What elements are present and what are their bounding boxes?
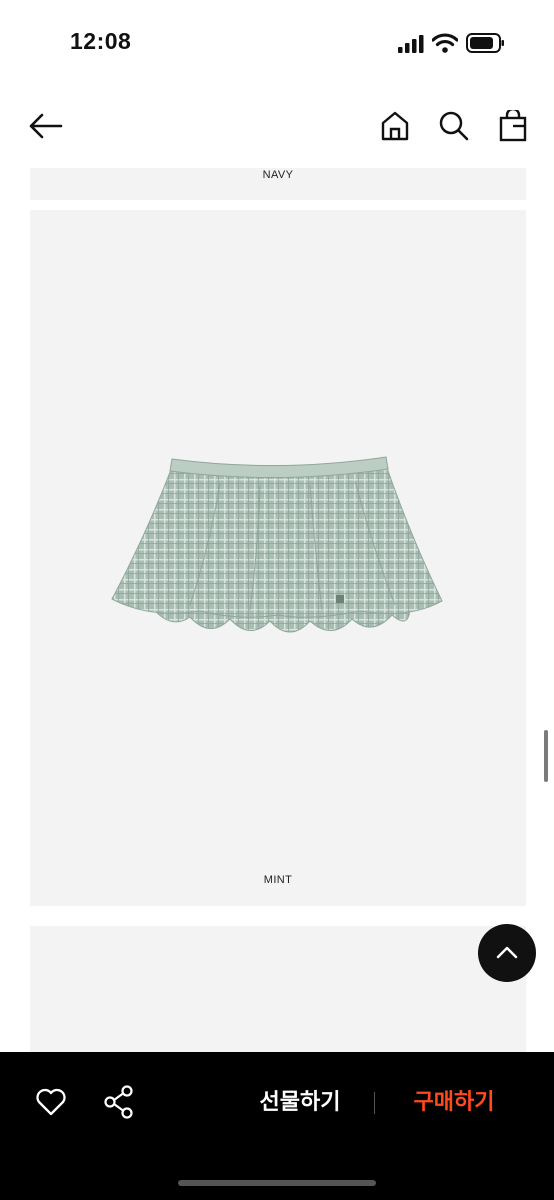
bottom-action-bar: 선물하기 구매하기 [0, 1052, 554, 1200]
home-icon[interactable] [380, 110, 410, 142]
skirt-product-image [111, 456, 443, 633]
wifi-icon [432, 33, 458, 53]
battery-icon [466, 33, 504, 53]
color-label-mint: MINT [263, 874, 293, 886]
share-icon[interactable] [103, 1085, 135, 1119]
status-bar: 12:08 [0, 0, 554, 86]
shopping-bag-icon[interactable] [499, 110, 527, 142]
back-arrow-icon[interactable] [28, 112, 64, 140]
divider [374, 1092, 375, 1114]
top-navigation [0, 86, 554, 168]
status-time: 12:08 [70, 28, 132, 54]
search-icon[interactable] [438, 110, 470, 142]
buy-button[interactable]: 구매하기 [402, 1086, 506, 1120]
scroll-to-top-button[interactable] [478, 924, 536, 982]
heart-icon[interactable] [35, 1088, 67, 1116]
chevron-up-icon [496, 946, 518, 959]
home-indicator[interactable] [178, 1180, 376, 1186]
product-image-card-mint: MINT [30, 210, 526, 906]
signal-icon [398, 35, 424, 53]
product-image-card-next [30, 926, 526, 1052]
color-label-navy: NAVY [262, 169, 294, 181]
product-detail-gallery[interactable]: NAVY MINT [0, 168, 554, 1052]
scrollbar[interactable] [544, 730, 548, 782]
gift-button[interactable]: 선물하기 [250, 1086, 350, 1120]
product-image-card-navy: NAVY [30, 168, 526, 200]
